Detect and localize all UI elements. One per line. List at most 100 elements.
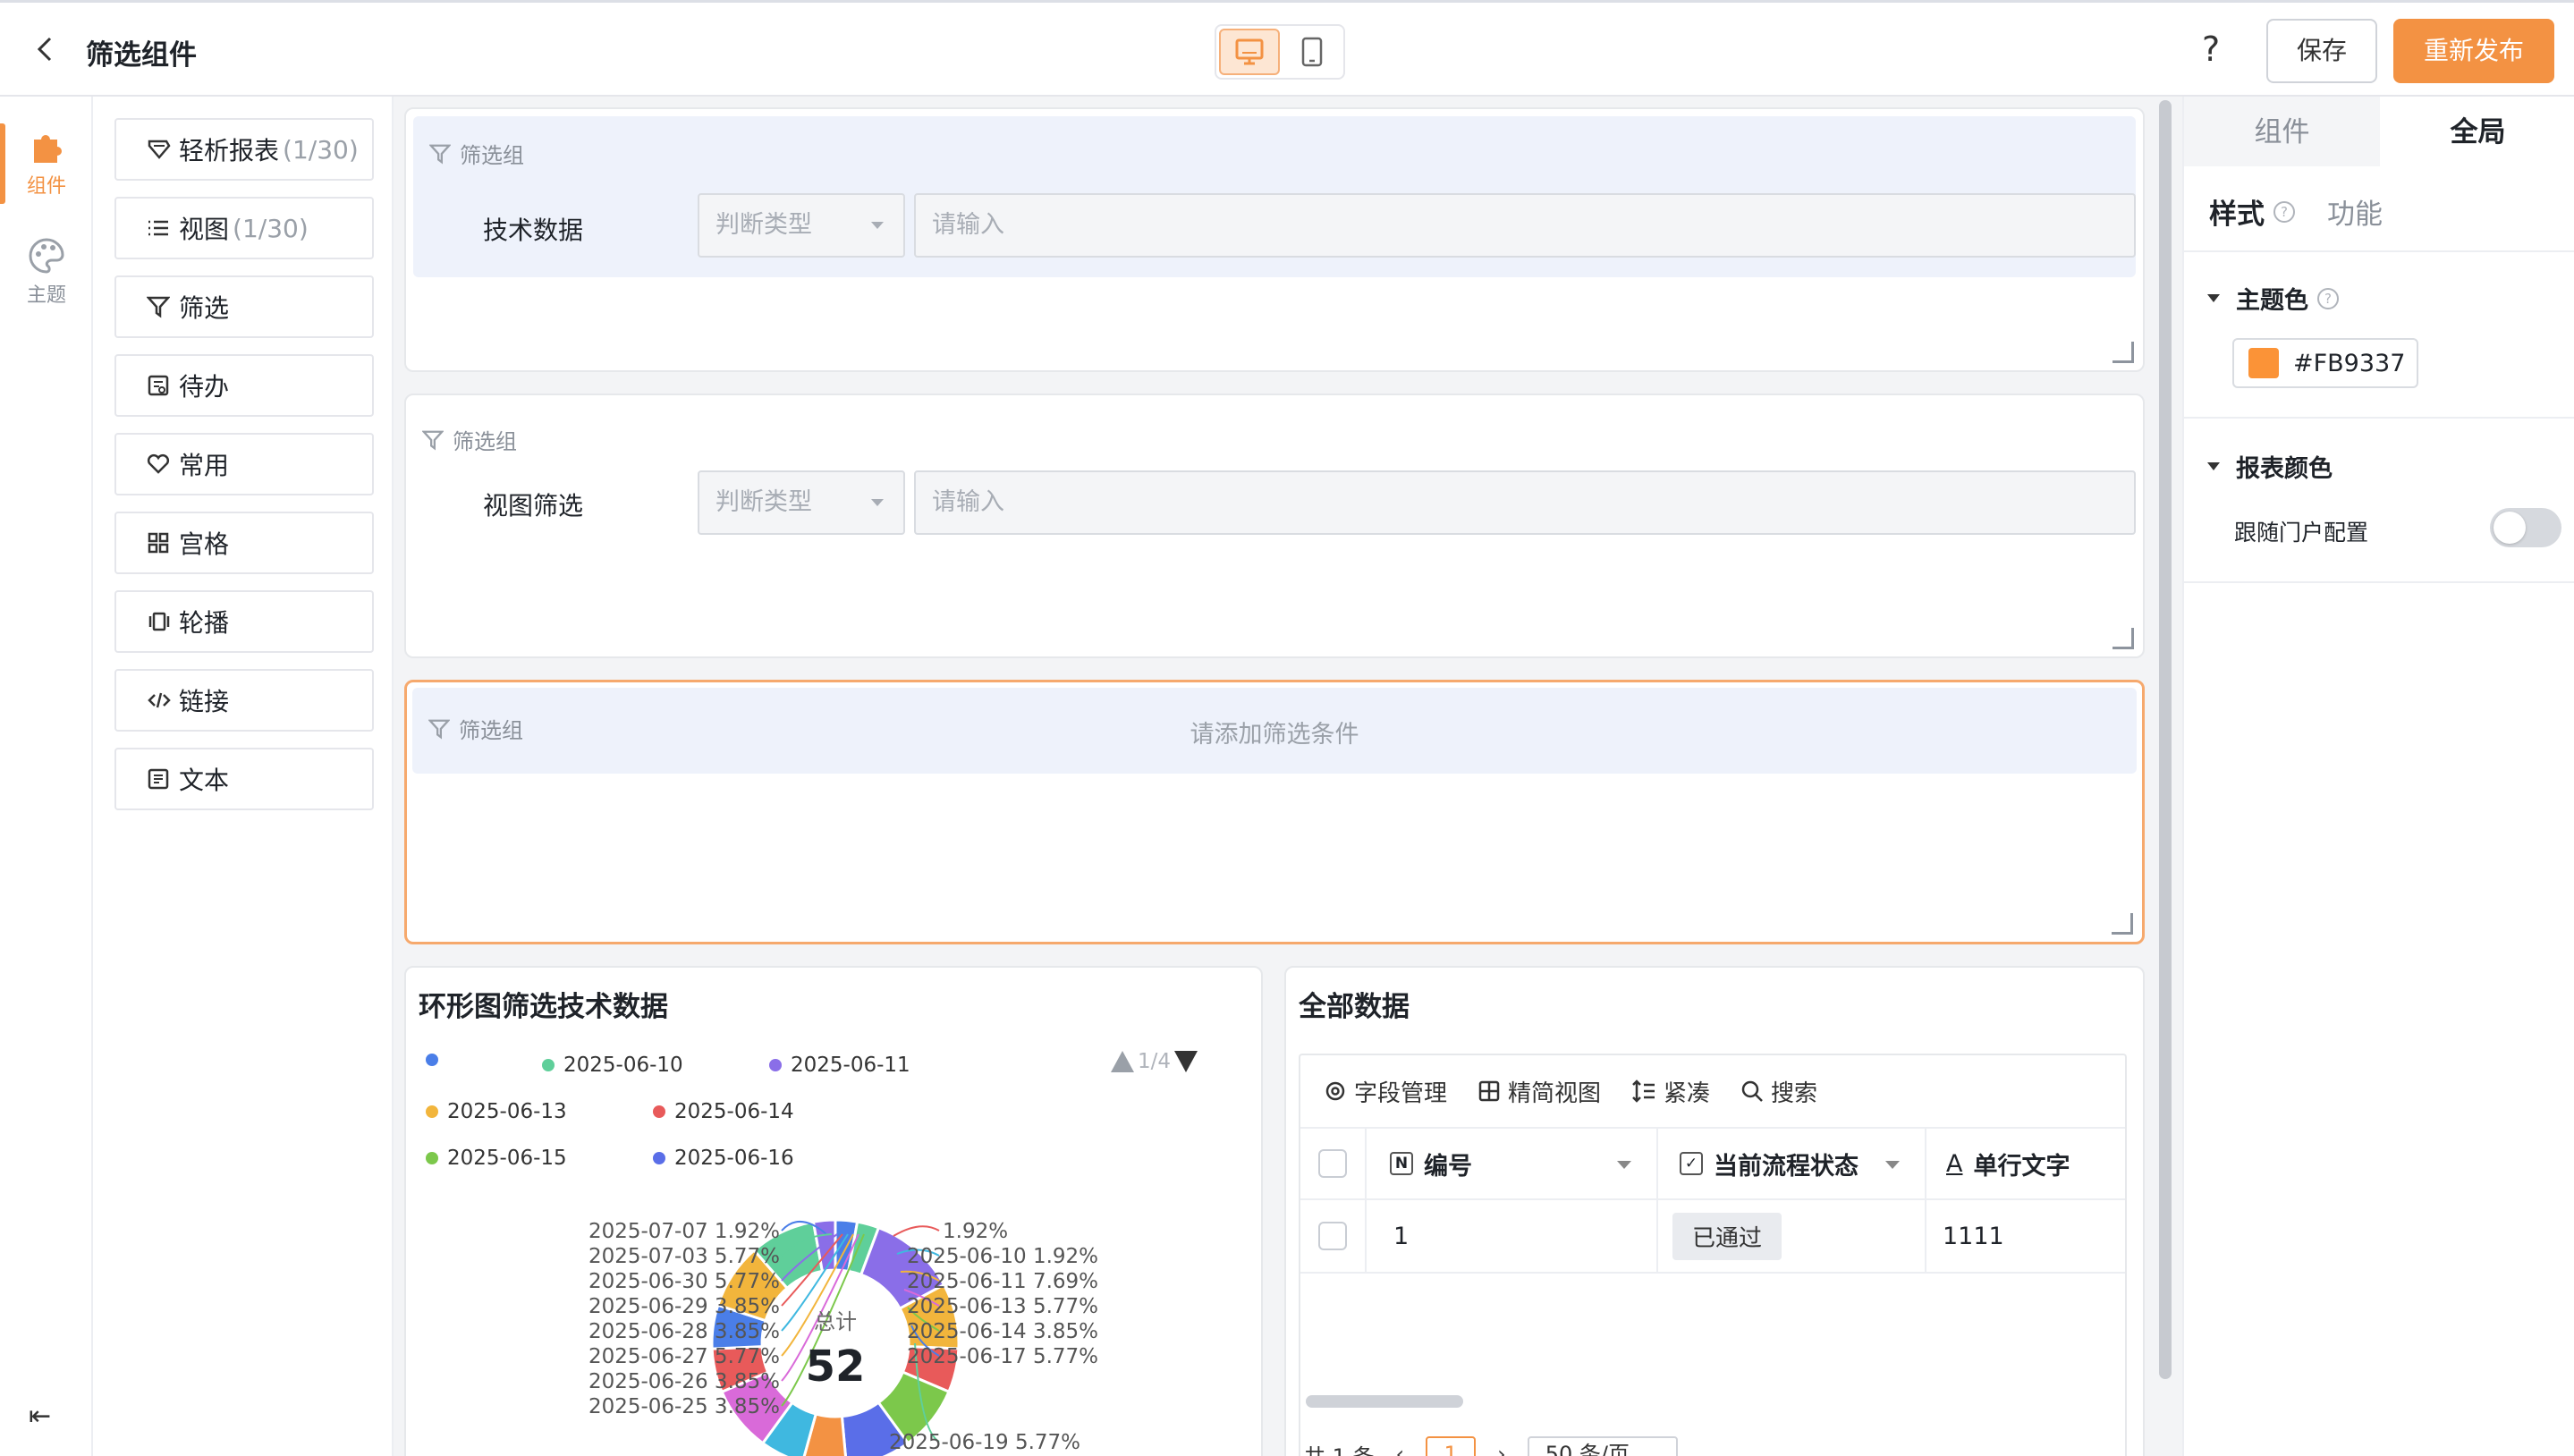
report-color-section[interactable]: 报表颜色 — [2207, 449, 2333, 484]
slice-label: 2025-06-25 3.85% — [588, 1395, 780, 1418]
filter-block-3[interactable]: 筛选组 请添加筛选条件 — [404, 680, 2145, 944]
donut-chart-card: 环形图筛选技术数据 2025-06-10 2025-06-11 2025-06-… — [404, 966, 1263, 1456]
cell-id[interactable]: 1 — [1367, 1200, 1658, 1272]
component-panel: 轻析报表 (1/30) 视图 (1/30) 筛选 待办 常用 宫格 轮播 链接 文本 — [93, 97, 394, 1456]
theme-color-picker[interactable]: #FB9337 — [2232, 338, 2418, 388]
slice-label: 2025-07-03 5.77% — [588, 1245, 780, 1268]
theme-color-section[interactable]: 主题色 ? — [2207, 281, 2339, 316]
donut-center-value: 52 — [806, 1342, 866, 1392]
column-header-text[interactable]: A 单行文字 — [1926, 1129, 2125, 1198]
collapse-panel-icon[interactable]: ⇤ — [29, 1401, 51, 1432]
mobile-view-button[interactable] — [1282, 29, 1342, 75]
chevron-down-icon — [871, 499, 884, 506]
component-link[interactable]: 链接 — [114, 669, 374, 732]
component-label: 轻析报表 — [179, 136, 280, 165]
component-carousel[interactable]: 轮播 — [114, 590, 374, 653]
pagination: 共 1 条 ‹ 1 › 50 条/页 — [1304, 1436, 1678, 1456]
subtab-function[interactable]: 功能 — [2327, 191, 2383, 232]
filter-group-label: 筛选组 — [422, 424, 517, 455]
component-label: 轮播 — [179, 608, 230, 638]
judge-type-select[interactable]: 判断类型 — [698, 193, 905, 258]
slice-label: 2025-06-29 3.85% — [588, 1295, 780, 1318]
subtab-style[interactable]: 样式? — [2209, 191, 2295, 232]
carousel-icon — [147, 611, 179, 632]
heart-icon — [147, 453, 179, 475]
follow-portal-label: 跟随门户配置 — [2234, 520, 2369, 546]
table-header-row: N 编号 ✓ 当前流程状态 A 单行文字 — [1300, 1127, 2125, 1200]
slice-label: 2025-06-17 5.77% — [907, 1345, 1098, 1368]
chevron-down-icon[interactable] — [1885, 1161, 1900, 1169]
republish-button[interactable]: 重新发布 — [2393, 19, 2554, 83]
filter-value-input[interactable]: 请输入 — [914, 470, 2136, 535]
group-label-text: 筛选组 — [453, 429, 517, 454]
subtab-label: 样式 — [2209, 199, 2265, 231]
field-label: 视图筛选 — [483, 491, 584, 521]
slice-label: 2025-06-19 5.77% — [889, 1431, 1080, 1454]
tab-component[interactable]: 组件 — [2184, 97, 2380, 166]
component-view[interactable]: 视图 (1/30) — [114, 197, 374, 259]
slice-label: 2025-06-13 5.77% — [907, 1295, 1098, 1318]
section-title: 主题色 — [2236, 287, 2308, 315]
toolbar-label: 紧凑 — [1664, 1079, 1711, 1107]
horizontal-scrollbar[interactable] — [1306, 1395, 1463, 1408]
group-label-text: 筛选组 — [460, 143, 524, 168]
select-all-cell — [1300, 1129, 1367, 1198]
filter-block-2[interactable]: 筛选组 视图筛选 判断类型 请输入 — [404, 394, 2145, 658]
column-header-id[interactable]: N 编号 — [1367, 1129, 1658, 1198]
pager-current-page[interactable]: 1 — [1426, 1436, 1477, 1456]
rail-item-theme[interactable]: 主题 — [0, 233, 93, 308]
row-height-icon — [1632, 1079, 1655, 1103]
desktop-view-button[interactable] — [1219, 29, 1280, 75]
column-header-status[interactable]: ✓ 当前流程状态 — [1658, 1129, 1926, 1198]
component-text[interactable]: 文本 — [114, 748, 374, 810]
select-all-checkbox[interactable] — [1318, 1149, 1347, 1178]
report-icon — [147, 139, 179, 160]
table-title: 全部数据 — [1299, 991, 1410, 1023]
help-circle-icon[interactable]: ? — [2317, 287, 2339, 309]
section-title: 报表颜色 — [2236, 455, 2333, 483]
slice-label: 2025-07-07 1.92% — [588, 1220, 780, 1243]
tab-global[interactable]: 全局 — [2380, 97, 2574, 166]
chevron-down-icon[interactable] — [1617, 1161, 1631, 1169]
cell-status[interactable]: 已通过 — [1658, 1200, 1926, 1272]
rail-item-components[interactable]: 组件 — [0, 123, 93, 204]
canvas-scrollbar[interactable] — [2159, 100, 2172, 1379]
palette-icon — [29, 238, 64, 274]
resize-handle-icon[interactable] — [2113, 342, 2134, 363]
component-todo[interactable]: 待办 — [114, 354, 374, 417]
pager-next-icon[interactable]: › — [1497, 1442, 1506, 1456]
save-button[interactable]: 保存 — [2266, 19, 2377, 83]
component-label: 宫格 — [179, 529, 230, 559]
help-circle-icon[interactable]: ? — [2273, 200, 2295, 223]
pager-prev-icon[interactable]: ‹ — [1396, 1442, 1405, 1456]
toggle-knob — [2494, 512, 2526, 544]
search-button[interactable]: 搜索 — [1740, 1075, 1817, 1108]
filter-block-header: 筛选组 请添加筛选条件 — [412, 688, 2137, 774]
slice-label: 2025-06-30 5.77% — [588, 1270, 780, 1293]
component-count: (1/30) — [233, 213, 309, 243]
divider — [2184, 417, 2574, 419]
filter-value-input[interactable]: 请输入 — [914, 193, 2136, 258]
component-filter[interactable]: 筛选 — [114, 275, 374, 338]
component-grid[interactable]: 宫格 — [114, 512, 374, 574]
component-report[interactable]: 轻析报表 (1/30) — [114, 118, 374, 181]
field-management-button[interactable]: 字段管理 — [1324, 1075, 1447, 1108]
compact-view-button[interactable]: 精简视图 — [1478, 1075, 1601, 1108]
add-filter-hint[interactable]: 请添加筛选条件 — [412, 715, 2137, 749]
settings-tabs: 组件 全局 — [2184, 97, 2574, 166]
resize-handle-icon[interactable] — [2112, 913, 2133, 935]
row-checkbox[interactable] — [1318, 1222, 1347, 1250]
cell-text[interactable]: 1111 — [1926, 1200, 2125, 1272]
page-size-select[interactable]: 50 条/页 — [1527, 1436, 1678, 1456]
filter-block-1[interactable]: 筛选组 技术数据 判断类型 请输入 — [404, 107, 2145, 372]
component-favorites[interactable]: 常用 — [114, 433, 374, 495]
rail-label: 主题 — [26, 284, 66, 307]
back-arrow-icon[interactable] — [32, 35, 61, 63]
code-icon — [147, 690, 179, 710]
row-density-button[interactable]: 紧凑 — [1631, 1075, 1710, 1108]
resize-handle-icon[interactable] — [2113, 628, 2134, 649]
help-icon[interactable]: ? — [2202, 30, 2220, 69]
follow-portal-toggle[interactable] — [2490, 508, 2561, 547]
table-row[interactable]: 1 已通过 1111 — [1300, 1200, 2125, 1274]
judge-type-select[interactable]: 判断类型 — [698, 470, 905, 535]
